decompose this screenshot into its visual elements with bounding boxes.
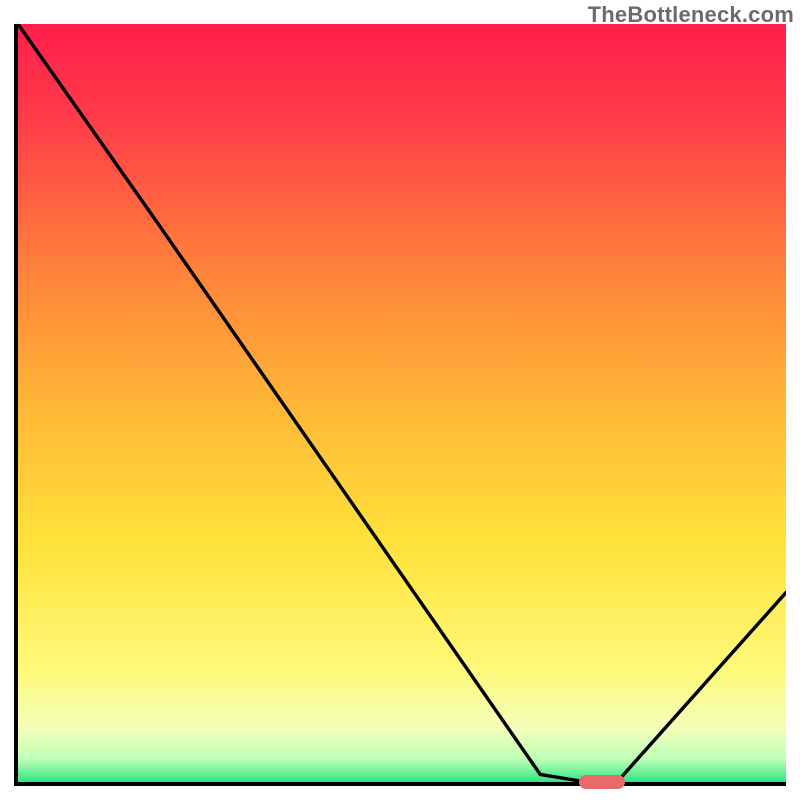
- axes-frame: [14, 24, 786, 786]
- chart-stage: TheBottleneck.com: [0, 0, 800, 800]
- optimum-marker: [579, 775, 625, 789]
